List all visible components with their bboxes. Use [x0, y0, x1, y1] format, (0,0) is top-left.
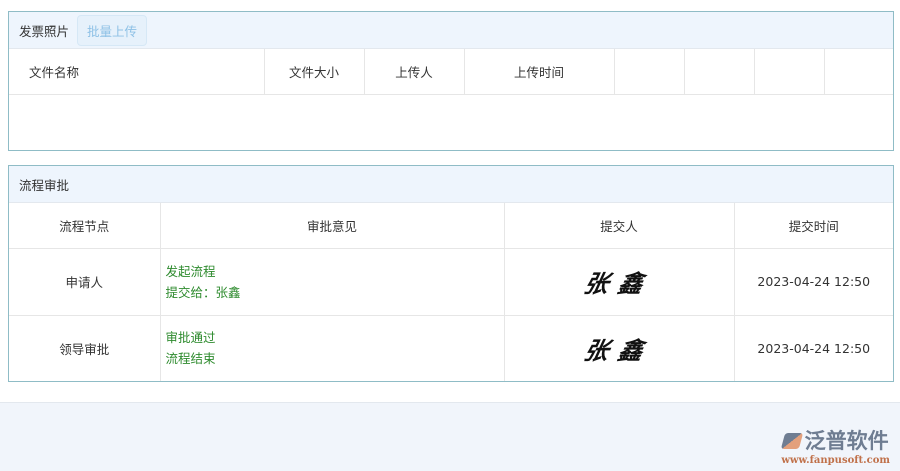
logo-text: 泛普软件 — [804, 429, 889, 453]
fanpu-logo: 泛普软件 www.fanpusoft.com — [780, 425, 890, 466]
opinion-cell: 发起流程提交给：张鑫 — [160, 248, 505, 316]
submitter-cell: 张鑫 — [504, 315, 735, 381]
panel-header: 流程审批 — [9, 166, 893, 203]
column-submitter: 提交人 — [504, 203, 735, 249]
panel-title: 流程审批 — [19, 177, 70, 193]
table-header-row: 文件名称 文件大小 上传人 上传时间 — [9, 49, 893, 95]
table-row: 申请人 发起流程提交给：张鑫 张鑫 2023-04-24 12:50 — [9, 248, 893, 316]
opinion-line: 提交给：张鑫 — [165, 284, 241, 300]
column-node: 流程节点 — [9, 203, 161, 249]
signature: 张鑫 — [581, 269, 656, 298]
column-extra — [684, 49, 755, 95]
opinion-line: 发起流程 — [165, 263, 216, 279]
column-file-size: 文件大小 — [264, 49, 365, 95]
signature: 张鑫 — [581, 335, 656, 365]
column-extra — [824, 49, 893, 95]
file-table: 文件名称 文件大小 上传人 上传时间 — [9, 49, 893, 95]
column-upload-time: 上传时间 — [464, 49, 615, 95]
submitter-cell: 张鑫 — [504, 248, 735, 316]
batch-upload-button[interactable]: 批量上传 — [77, 14, 148, 46]
column-uploader: 上传人 — [364, 49, 465, 95]
column-extra — [754, 49, 825, 95]
workflow-panel: 流程审批 流程节点 审批意见 提交人 提交时间 申请人 发起流程提交给：张鑫 张… — [8, 165, 894, 382]
column-file-name: 文件名称 — [9, 49, 265, 95]
column-extra — [614, 49, 685, 95]
approval-table: 流程节点 审批意见 提交人 提交时间 申请人 发起流程提交给：张鑫 张鑫 202… — [9, 203, 893, 381]
opinion-line: 流程结束 — [165, 351, 216, 367]
opinion-cell: 审批通过 流程结束 — [160, 315, 505, 381]
table-header-row: 流程节点 审批意见 提交人 提交时间 — [9, 203, 893, 249]
panel-title: 发票照片 — [19, 23, 70, 39]
node-cell: 申请人 — [9, 248, 161, 316]
footer: 泛普软件 www.fanpusoft.com — [0, 402, 900, 471]
column-submit-time: 提交时间 — [734, 203, 893, 249]
logo-icon — [780, 433, 803, 449]
logo-url: www.fanpusoft.com — [781, 455, 890, 466]
column-opinion: 审批意见 — [160, 203, 505, 249]
panel-header: 发票照片 批量上传 — [9, 12, 893, 49]
time-cell: 2023-04-24 12:50 — [757, 340, 871, 356]
invoice-photo-panel: 发票照片 批量上传 文件名称 文件大小 上传人 上传时间 — [8, 11, 894, 151]
time-cell: 2023-04-24 12:50 — [734, 248, 893, 316]
table-row: 领导审批 审批通过流程结束 张鑫 2023-04-24 12:50 — [9, 315, 893, 381]
opinion-line: 审批通过 — [165, 330, 216, 346]
node-cell: 领导审批 — [9, 315, 161, 381]
